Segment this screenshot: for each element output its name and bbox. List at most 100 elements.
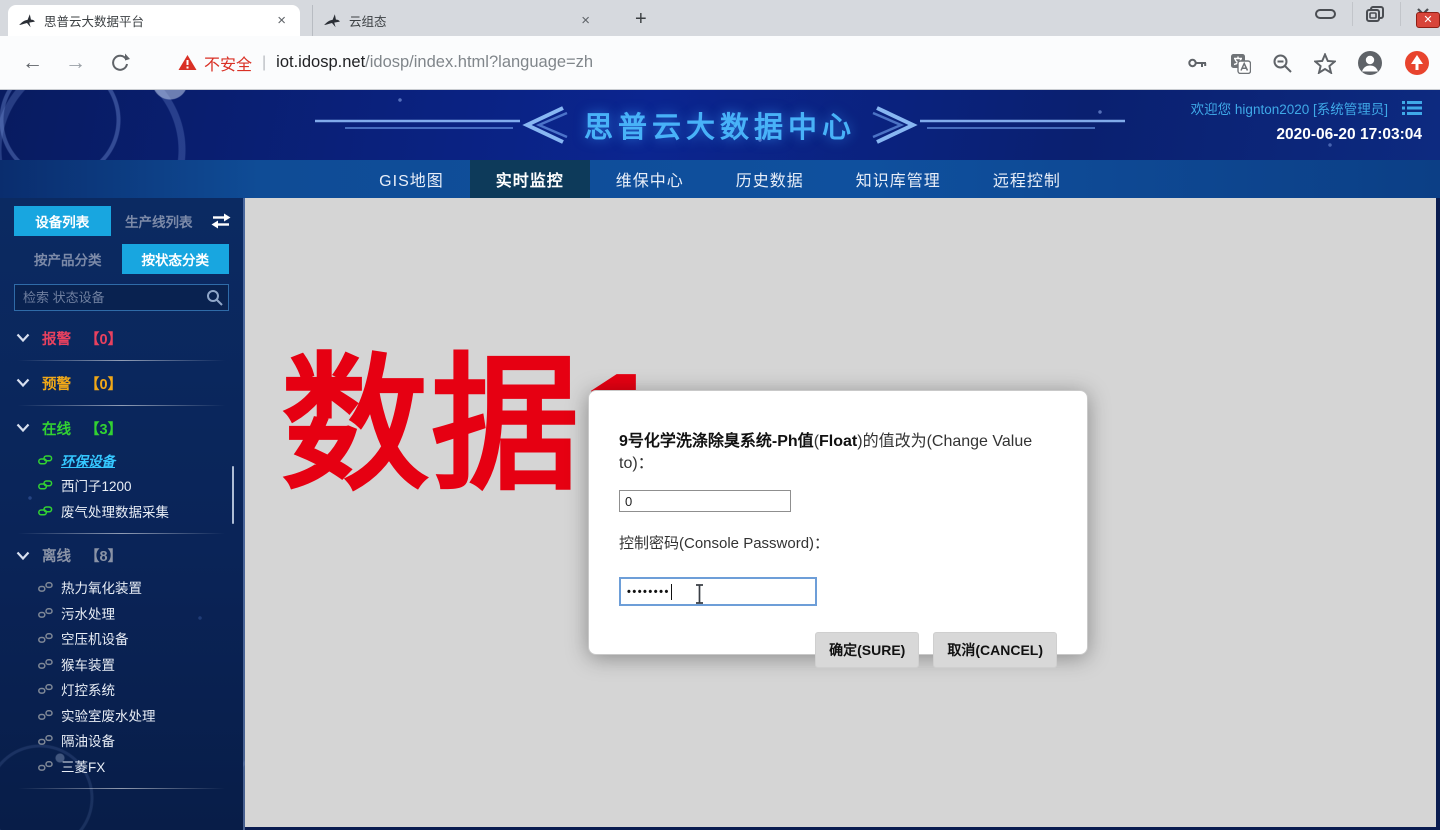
tree-group-offline[interactable]: 离线 【8】 — [0, 543, 243, 569]
device-item-selected[interactable]: 环保设备 — [0, 447, 243, 473]
nav-item-knowledge-base[interactable]: 知识库管理 — [830, 160, 967, 198]
dialog-buttons: 确定(SURE) 取消(CANCEL) — [619, 632, 1057, 668]
tab-favicon-icon — [323, 12, 341, 30]
banner-deco-right-icon — [870, 105, 1125, 145]
device-item[interactable]: 废气处理数据采集 — [0, 498, 243, 524]
chevron-down-icon[interactable] — [16, 423, 30, 433]
extension-red-icon[interactable] — [1404, 50, 1430, 76]
group-label: 在线 — [42, 418, 71, 439]
group-label: 预警 — [42, 373, 71, 394]
tab-device-list[interactable]: 设备列表 — [14, 206, 111, 236]
security-warning-label: 不安全 — [204, 51, 252, 75]
tab-title: 思普云大数据平台 — [44, 11, 273, 30]
tree-group-online[interactable]: 在线 【3】 — [0, 415, 243, 441]
device-item[interactable]: 隔油设备 — [0, 728, 243, 754]
chevron-down-icon[interactable] — [16, 551, 30, 561]
app-title: 思普云大数据中心 — [584, 104, 856, 146]
group-count: 【3】 — [85, 418, 122, 439]
sure-button[interactable]: 确定(SURE) — [815, 632, 919, 668]
device-item-label: 灯控系统 — [61, 679, 115, 699]
nav-item-history-data[interactable]: 历史数据 — [710, 160, 830, 198]
link-online-icon — [38, 453, 53, 467]
chevron-down-icon[interactable] — [16, 378, 30, 388]
cancel-button[interactable]: 取消(CANCEL) — [933, 632, 1057, 668]
browser-tab-active[interactable]: 思普云大数据平台 × — [8, 5, 300, 36]
tree-group-alarm[interactable]: 报警 【0】 — [0, 325, 243, 351]
chevron-down-icon[interactable] — [16, 333, 30, 343]
sidebar-scrollbar[interactable] — [232, 466, 234, 524]
device-item[interactable]: 猴车装置 — [0, 651, 243, 677]
device-item[interactable]: 三菱FX — [0, 753, 243, 779]
banner-right: 欢迎您 hignton2020 [系统管理员] 2020-06-20 17:03… — [1191, 98, 1422, 144]
group-label: 报警 — [42, 328, 71, 349]
device-item[interactable]: 实验室废水处理 — [0, 702, 243, 728]
minimize-icon — [1315, 8, 1337, 20]
classify-tabs: 按产品分类 按状态分类 — [14, 244, 229, 274]
nav-item-remote-control[interactable]: 远程控制 — [967, 160, 1087, 198]
nav-item-maintenance[interactable]: 维保中心 — [590, 160, 710, 198]
restore-icon — [1365, 5, 1385, 23]
tree-group-warning[interactable]: 预警 【0】 — [0, 370, 243, 396]
minimize-button[interactable] — [1304, 2, 1338, 26]
tab-by-status[interactable]: 按状态分类 — [122, 244, 230, 274]
device-item[interactable]: 灯控系统 — [0, 677, 243, 703]
device-item-label: 废气处理数据采集 — [61, 501, 169, 521]
new-tab-button[interactable]: + — [625, 6, 657, 33]
url-host: iot.idosp.net — [276, 53, 365, 72]
tab-by-product[interactable]: 按产品分类 — [14, 244, 122, 274]
browser-tab-inactive[interactable]: 云组态 × — [312, 5, 604, 36]
tab-production-line-list[interactable]: 生产线列表 — [111, 206, 208, 236]
device-search — [14, 284, 229, 311]
swap-arrows-icon — [211, 213, 231, 229]
reload-button[interactable] — [110, 53, 130, 73]
app-banner: 思普云大数据中心 欢迎您 hignton2020 [系统管理员] 2020-06… — [0, 90, 1440, 160]
device-sidebar: 设备列表 生产线列表 按产品分类 按状态分类 报警 【0】 — [0, 198, 245, 830]
list-type-tabs: 设备列表 生产线列表 — [14, 206, 231, 236]
device-item[interactable]: 污水处理 — [0, 600, 243, 626]
device-item[interactable]: 西门子1200 — [0, 473, 243, 499]
main-content: 数据1 9号化学洗涤除臭系统-Ph值(Float)的值改为(Change Val… — [245, 198, 1436, 827]
console-password-input[interactable]: •••••••• — [619, 577, 817, 606]
device-item-label: 猴车装置 — [61, 654, 115, 674]
back-button[interactable]: ← — [22, 51, 43, 75]
device-item-label: 实验室废水处理 — [61, 705, 156, 725]
welcome-user-label: 欢迎您 hignton2020 [系统管理员] — [1191, 98, 1388, 118]
banner-deco-left-icon — [315, 105, 570, 145]
search-icon[interactable] — [206, 289, 223, 306]
device-item[interactable]: 空压机设备 — [0, 626, 243, 652]
page-body: 设备列表 生产线列表 按产品分类 按状态分类 报警 【0】 — [0, 198, 1440, 830]
toolbar-extensions — [1187, 36, 1430, 90]
profile-avatar-icon[interactable] — [1357, 50, 1383, 76]
bookmark-star-icon[interactable] — [1314, 53, 1336, 74]
translate-icon[interactable] — [1230, 53, 1251, 74]
divider — [18, 788, 225, 789]
forward-button[interactable]: → — [65, 51, 86, 75]
link-offline-icon — [38, 708, 53, 722]
password-key-icon[interactable] — [1187, 53, 1209, 73]
device-item[interactable]: 热力氧化装置 — [0, 575, 243, 601]
dialog-title: 9号化学洗涤除臭系统-Ph值(Float)的值改为(Change Value t… — [619, 431, 1057, 474]
group-label: 离线 — [42, 545, 71, 566]
link-offline-icon — [38, 682, 53, 696]
menu-list-icon[interactable] — [1402, 100, 1422, 116]
nav-item-realtime-monitor[interactable]: 实时监控 — [470, 160, 590, 198]
nav-item-gis[interactable]: GIS地图 — [353, 160, 470, 198]
tab-strip: 思普云大数据平台 × 云组态 × + ✕ — [0, 0, 1440, 36]
new-value-input[interactable] — [619, 490, 791, 512]
cursor-click-badge-icon: ✕ — [1416, 12, 1440, 28]
address-bar[interactable]: 不安全 | iot.idosp.net /idosp/index.html?la… — [156, 51, 593, 75]
tab-close-icon[interactable]: × — [273, 12, 290, 29]
zoom-out-icon[interactable] — [1272, 53, 1293, 74]
close-button[interactable]: ✕ — [1400, 2, 1434, 26]
device-search-input[interactable] — [14, 284, 229, 311]
restore-button[interactable] — [1352, 2, 1386, 26]
url-path: /idosp/index.html?language=zh — [365, 53, 593, 72]
tab-close-icon[interactable]: × — [577, 12, 594, 29]
swap-lists-button[interactable] — [207, 213, 231, 229]
divider — [18, 405, 225, 406]
window-controls: ✕ — [1304, 2, 1434, 26]
device-item-label: 环保设备 — [61, 450, 115, 470]
device-item-label: 隔油设备 — [61, 730, 115, 750]
ibeam-cursor-icon — [693, 583, 706, 605]
link-offline-icon — [38, 733, 53, 747]
